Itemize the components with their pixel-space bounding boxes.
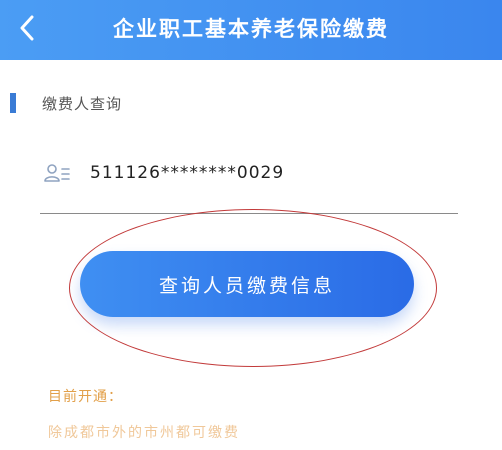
annotation-circle xyxy=(69,209,437,367)
page-title: 企业职工基本养老保险缴费 xyxy=(113,17,389,41)
notice-title: 目前开通： xyxy=(48,389,123,405)
top-nav-bar: 企业职工基本养老保险缴费 xyxy=(0,0,502,60)
section-title: 缴费人查询 xyxy=(42,94,123,113)
chevron-left-icon xyxy=(20,15,34,41)
person-card-icon xyxy=(44,164,70,182)
section-accent-bar xyxy=(10,93,16,113)
notice-text: 除成都市外的市州都可缴费 xyxy=(48,425,240,441)
id-number-value: 511126********0029 xyxy=(90,163,285,183)
back-button[interactable] xyxy=(10,6,44,50)
section-header: 缴费人查询 xyxy=(0,92,122,114)
app-page: 企业职工基本养老保险缴费 缴费人查询 511126********0029 查询… xyxy=(0,0,502,450)
id-number-field[interactable]: 511126********0029 xyxy=(40,158,458,188)
